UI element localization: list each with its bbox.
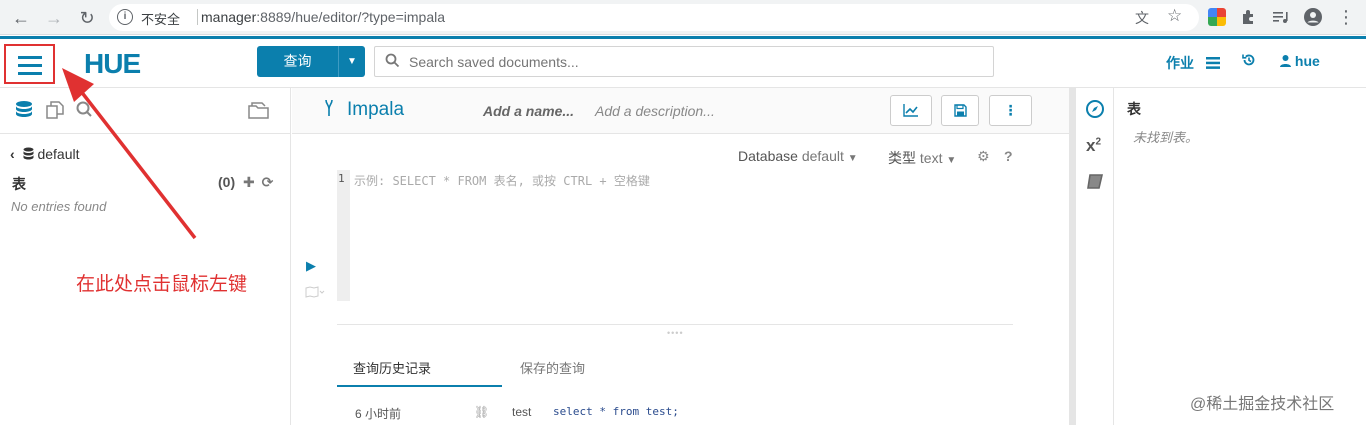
chart-icon — [903, 104, 918, 117]
jobs-link[interactable]: 作业 — [1166, 53, 1220, 73]
database-option-value: default — [801, 148, 844, 164]
profile-icon[interactable] — [1303, 7, 1323, 27]
back-icon[interactable]: ← — [10, 7, 32, 29]
right-assist-toolbar: x2 — [1076, 88, 1114, 425]
refresh-icon[interactable]: ⟳ — [262, 174, 274, 190]
save-icon — [953, 104, 967, 117]
line-number: 1 — [338, 172, 345, 185]
caret-down-icon: ▼ — [946, 155, 957, 166]
translate-icon[interactable]: 文 — [1135, 8, 1149, 28]
user-icon — [1280, 54, 1291, 70]
map-icon[interactable] — [305, 286, 325, 301]
query-editor: Impala Add a name... Add a description..… — [292, 88, 1073, 425]
jobs-label: 作业 — [1166, 55, 1194, 71]
function-icon[interactable]: x2 — [1086, 136, 1101, 156]
right-panel-title: 表 — [1127, 101, 1141, 117]
database-icon[interactable] — [15, 100, 33, 125]
hamburger-line — [18, 64, 42, 67]
settings-icon[interactable]: ⚙ — [977, 148, 990, 165]
omnibox-separator — [197, 9, 198, 25]
chart-button[interactable] — [890, 95, 932, 126]
editor-type-title: Impala — [347, 99, 405, 120]
scrollbar[interactable] — [1069, 88, 1076, 425]
editor-header: Impala Add a name... Add a description..… — [292, 88, 1073, 134]
history-db: test — [512, 405, 532, 419]
compass-icon[interactable] — [1086, 100, 1104, 123]
tab-query-history[interactable]: 查询历史记录 — [353, 358, 431, 377]
link-icon[interactable]: ⛓ — [474, 405, 489, 419]
address-bar[interactable]: i 不安全 manager:8889/hue/editor/?type=impa… — [109, 4, 1199, 31]
table-count-value: (0) — [218, 174, 236, 190]
jobs-list-icon — [1205, 56, 1220, 72]
user-menu[interactable]: hue — [1280, 53, 1320, 70]
query-button-label: 查询 — [283, 53, 312, 69]
table-count: (0) ✚ ⟳ — [218, 174, 273, 191]
tables-heading: 表 — [12, 176, 26, 192]
insecure-label[interactable]: 不安全 — [141, 9, 180, 28]
database-option[interactable]: Database default ▼ — [738, 148, 858, 164]
more-options-button[interactable]: ⋮ — [989, 95, 1032, 126]
query-description-field[interactable]: Add a description... — [595, 103, 715, 119]
query-name-field[interactable]: Add a name... — [483, 103, 574, 119]
query-button[interactable]: 查询 ▼ — [257, 46, 365, 77]
editor-divider — [337, 324, 1013, 325]
history-icon[interactable] — [1242, 53, 1256, 70]
impala-icon — [322, 98, 336, 124]
search-input[interactable] — [409, 51, 969, 73]
chevron-down-icon[interactable]: ▼ — [338, 46, 365, 77]
tab-saved-queries[interactable]: 保存的查询 — [520, 358, 585, 377]
hamburger-line — [18, 72, 42, 75]
url-host: manager — [201, 9, 257, 25]
type-option-value: text — [919, 150, 943, 166]
search-icon — [385, 53, 400, 72]
menu-icon[interactable]: ⋮ — [1337, 8, 1355, 26]
user-label: hue — [1294, 53, 1320, 69]
watermark: @稀土掘金技术社区 — [1190, 396, 1335, 413]
play-icon[interactable]: ▶ — [306, 258, 316, 274]
history-query[interactable]: select * from test; — [553, 405, 679, 418]
history-time: 6 小时前 — [355, 407, 402, 421]
forward-icon[interactable]: → — [43, 7, 65, 29]
browser-toolbar: ← → ↻ i 不安全 manager:8889/hue/editor/?typ… — [0, 0, 1366, 35]
type-option-label: 类型 — [888, 150, 916, 166]
hamburger-line — [18, 56, 42, 59]
type-option[interactable]: 类型 text ▼ — [888, 148, 956, 168]
star-icon[interactable]: ☆ — [1167, 6, 1182, 26]
no-tables-text: 未找到表。 — [1133, 130, 1199, 145]
book-icon[interactable] — [1086, 174, 1104, 195]
plus-icon[interactable]: ✚ — [243, 174, 255, 190]
annotation-text: 在此处点击鼠标左键 — [76, 274, 248, 295]
right-assist-panel: 表 未找到表。 — [1115, 88, 1366, 425]
save-button[interactable] — [941, 95, 979, 126]
url-text[interactable]: manager:8889/hue/editor/?type=impala — [201, 9, 445, 25]
reload-icon[interactable]: ↻ — [76, 7, 98, 29]
folder-icon[interactable] — [248, 100, 270, 125]
help-icon[interactable]: ? — [1004, 148, 1013, 164]
database-option-label: Database — [738, 148, 798, 164]
screen: ← → ↻ i 不安全 manager:8889/hue/editor/?typ… — [0, 0, 1366, 425]
database-small-icon — [23, 147, 34, 163]
annotation-arrow — [62, 68, 197, 240]
info-icon[interactable]: i — [117, 9, 133, 25]
url-path: :8889/hue/editor/?type=impala — [256, 9, 446, 25]
more-vertical-icon: ⋮ — [1003, 102, 1018, 118]
code-editor-placeholder[interactable]: 示例: SELECT * FROM 表名, 或按 CTRL + 空格键 — [354, 172, 650, 189]
hamburger-menu-button[interactable] — [4, 44, 55, 84]
active-tab-indicator — [337, 385, 502, 387]
caret-down-icon: ▼ — [847, 153, 858, 164]
chevron-left-icon[interactable]: ‹ — [10, 146, 15, 162]
search-box[interactable] — [374, 46, 994, 77]
editor-gutter — [337, 170, 350, 301]
resize-grip[interactable]: •••• — [667, 328, 684, 338]
puzzle-icon[interactable] — [1240, 8, 1258, 26]
extension-icon[interactable] — [1208, 8, 1226, 26]
media-icon[interactable] — [1271, 8, 1289, 26]
